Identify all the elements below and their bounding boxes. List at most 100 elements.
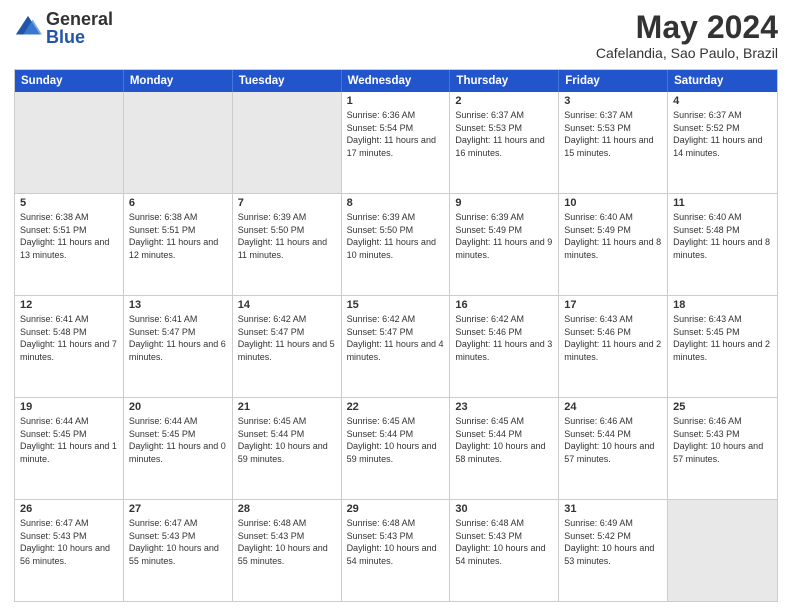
cell-info: Sunrise: 6:39 AM Sunset: 5:50 PM Dayligh… [347,211,445,261]
cell-day-number: 23 [455,401,553,413]
cal-header-tuesday: Tuesday [233,70,342,92]
cal-week-4: 19 Sunrise: 6:44 AM Sunset: 5:45 PM Dayli… [15,397,777,499]
cell-info: Sunrise: 6:48 AM Sunset: 5:43 PM Dayligh… [455,517,553,567]
cal-cell: 30 Sunrise: 6:48 AM Sunset: 5:43 PM Dayli… [450,500,559,601]
cal-cell: 14 Sunrise: 6:42 AM Sunset: 5:47 PM Dayli… [233,296,342,397]
cal-header-friday: Friday [559,70,668,92]
logo-blue: Blue [46,28,113,46]
cell-day-number: 19 [20,401,118,413]
cal-cell: 8 Sunrise: 6:39 AM Sunset: 5:50 PM Daylig… [342,194,451,295]
cal-cell: 21 Sunrise: 6:45 AM Sunset: 5:44 PM Dayli… [233,398,342,499]
cell-day-number: 15 [347,299,445,311]
cal-week-3: 12 Sunrise: 6:41 AM Sunset: 5:48 PM Dayli… [15,295,777,397]
cell-day-number: 7 [238,197,336,209]
cal-cell: 3 Sunrise: 6:37 AM Sunset: 5:53 PM Daylig… [559,92,668,193]
cal-cell: 10Sunrise: 6:40 AM Sunset: 5:49 PM Dayli… [559,194,668,295]
cell-info: Sunrise: 6:45 AM Sunset: 5:44 PM Dayligh… [238,415,336,465]
cell-day-number: 30 [455,503,553,515]
cell-info: Sunrise: 6:43 AM Sunset: 5:46 PM Dayligh… [564,313,662,363]
cal-cell: 1 Sunrise: 6:36 AM Sunset: 5:54 PM Daylig… [342,92,451,193]
cell-info: Sunrise: 6:41 AM Sunset: 5:48 PM Dayligh… [20,313,118,363]
cell-day-number: 3 [564,95,662,107]
cell-day-number: 9 [455,197,553,209]
cal-cell: 28Sunrise: 6:48 AM Sunset: 5:43 PM Dayli… [233,500,342,601]
cell-info: Sunrise: 6:44 AM Sunset: 5:45 PM Dayligh… [20,415,118,465]
header-right: May 2024 Cafelandia, Sao Paulo, Brazil [596,10,778,61]
cell-info: Sunrise: 6:46 AM Sunset: 5:44 PM Dayligh… [564,415,662,465]
cal-cell [233,92,342,193]
cell-day-number: 28 [238,503,336,515]
cal-header-monday: Monday [124,70,233,92]
cal-week-5: 26 Sunrise: 6:47 AM Sunset: 5:43 PM Dayli… [15,499,777,601]
cell-day-number: 4 [673,95,772,107]
cell-day-number: 1 [347,95,445,107]
logo: General Blue [14,10,113,46]
cal-cell: 23 Sunrise: 6:45 AM Sunset: 5:44 PM Dayli… [450,398,559,499]
cell-day-number: 25 [673,401,772,413]
cal-cell: 6 Sunrise: 6:38 AM Sunset: 5:51 PM Daylig… [124,194,233,295]
cal-cell [124,92,233,193]
cell-info: Sunrise: 6:42 AM Sunset: 5:47 PM Dayligh… [347,313,445,363]
cal-cell: 12 Sunrise: 6:41 AM Sunset: 5:48 PM Dayli… [15,296,124,397]
cell-info: Sunrise: 6:37 AM Sunset: 5:53 PM Dayligh… [455,109,553,159]
calendar-header-row: SundayMondayTuesdayWednesdayThursdayFrid… [15,70,777,92]
logo-general: General [46,10,113,28]
cell-day-number: 13 [129,299,227,311]
cell-day-number: 31 [564,503,662,515]
cal-header-saturday: Saturday [668,70,777,92]
cal-header-wednesday: Wednesday [342,70,451,92]
cell-day-number: 12 [20,299,118,311]
cell-day-number: 21 [238,401,336,413]
cell-info: Sunrise: 6:39 AM Sunset: 5:50 PM Dayligh… [238,211,336,261]
cell-info: Sunrise: 6:42 AM Sunset: 5:46 PM Dayligh… [455,313,553,363]
cal-cell [668,500,777,601]
cal-header-sunday: Sunday [15,70,124,92]
cal-cell: 31 Sunrise: 6:49 AM Sunset: 5:42 PM Dayli… [559,500,668,601]
cal-cell: 13Sunrise: 6:41 AM Sunset: 5:47 PM Dayli… [124,296,233,397]
cell-info: Sunrise: 6:37 AM Sunset: 5:52 PM Dayligh… [673,109,772,159]
cal-cell: 2 Sunrise: 6:37 AM Sunset: 5:53 PM Daylig… [450,92,559,193]
cell-info: Sunrise: 6:38 AM Sunset: 5:51 PM Dayligh… [129,211,227,261]
cell-day-number: 20 [129,401,227,413]
cell-info: Sunrise: 6:49 AM Sunset: 5:42 PM Dayligh… [564,517,662,567]
cell-info: Sunrise: 6:46 AM Sunset: 5:43 PM Dayligh… [673,415,772,465]
cell-day-number: 2 [455,95,553,107]
month-title: May 2024 [596,10,778,45]
cell-info: Sunrise: 6:43 AM Sunset: 5:45 PM Dayligh… [673,313,772,363]
cal-cell [15,92,124,193]
cell-info: Sunrise: 6:47 AM Sunset: 5:43 PM Dayligh… [129,517,227,567]
cal-cell: 15 Sunrise: 6:42 AM Sunset: 5:47 PM Dayli… [342,296,451,397]
cell-info: Sunrise: 6:38 AM Sunset: 5:51 PM Dayligh… [20,211,118,261]
cell-day-number: 16 [455,299,553,311]
cell-day-number: 26 [20,503,118,515]
page: General Blue May 2024 Cafelandia, Sao Pa… [0,0,792,612]
cal-cell: 5 Sunrise: 6:38 AM Sunset: 5:51 PM Daylig… [15,194,124,295]
cell-info: Sunrise: 6:45 AM Sunset: 5:44 PM Dayligh… [455,415,553,465]
cell-day-number: 18 [673,299,772,311]
cell-day-number: 14 [238,299,336,311]
cell-day-number: 5 [20,197,118,209]
cal-cell: 11Sunrise: 6:40 AM Sunset: 5:48 PM Dayli… [668,194,777,295]
cell-day-number: 6 [129,197,227,209]
cell-day-number: 27 [129,503,227,515]
cal-week-2: 5 Sunrise: 6:38 AM Sunset: 5:51 PM Daylig… [15,193,777,295]
cell-info: Sunrise: 6:47 AM Sunset: 5:43 PM Dayligh… [20,517,118,567]
cal-cell: 4 Sunrise: 6:37 AM Sunset: 5:52 PM Daylig… [668,92,777,193]
cell-day-number: 24 [564,401,662,413]
cal-cell: 26 Sunrise: 6:47 AM Sunset: 5:43 PM Dayli… [15,500,124,601]
location: Cafelandia, Sao Paulo, Brazil [596,45,778,61]
cell-info: Sunrise: 6:48 AM Sunset: 5:43 PM Dayligh… [347,517,445,567]
cal-cell: 19 Sunrise: 6:44 AM Sunset: 5:45 PM Dayli… [15,398,124,499]
cell-info: Sunrise: 6:45 AM Sunset: 5:44 PM Dayligh… [347,415,445,465]
cell-info: Sunrise: 6:36 AM Sunset: 5:54 PM Dayligh… [347,109,445,159]
cell-day-number: 8 [347,197,445,209]
calendar-body: 1 Sunrise: 6:36 AM Sunset: 5:54 PM Daylig… [15,92,777,601]
logo-icon [14,14,42,42]
cell-info: Sunrise: 6:39 AM Sunset: 5:49 PM Dayligh… [455,211,553,261]
cell-info: Sunrise: 6:42 AM Sunset: 5:47 PM Dayligh… [238,313,336,363]
cell-day-number: 10 [564,197,662,209]
cell-day-number: 22 [347,401,445,413]
cell-day-number: 29 [347,503,445,515]
cal-cell: 22 Sunrise: 6:45 AM Sunset: 5:44 PM Dayli… [342,398,451,499]
cell-info: Sunrise: 6:37 AM Sunset: 5:53 PM Dayligh… [564,109,662,159]
